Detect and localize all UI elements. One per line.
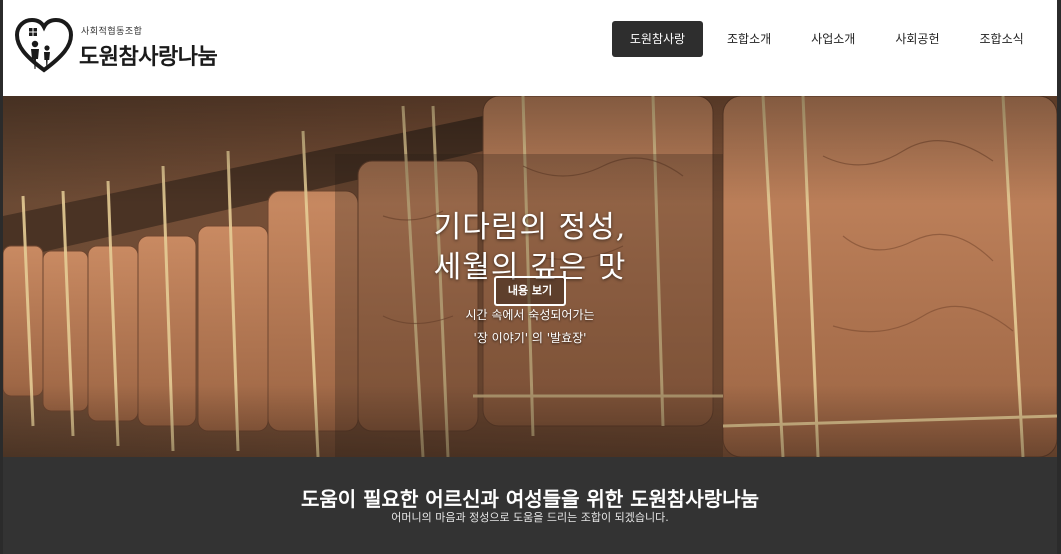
- nav-item-business[interactable]: 사업소개: [795, 21, 871, 57]
- nav-item-news[interactable]: 조합소식: [964, 21, 1040, 57]
- logo-name: 도원참사랑나눔: [79, 44, 218, 70]
- site-header: 사회적협동조합 도원참사랑나눔 도원참사랑 조합소개 사업소개 사회공헌 조합소…: [3, 0, 1057, 96]
- hero-title-line1: 기다림의 정성,: [433, 210, 627, 245]
- hero-banner: 기다림의 정성, 세월의 깊은 맛 내용 보기 시간 속에서 숙성되어가는 '장…: [3, 96, 1057, 457]
- nav-item-about[interactable]: 조합소개: [711, 21, 787, 57]
- hero-subtitle-line2: '장 이야기' 의 '발효장': [473, 331, 587, 345]
- nav-item-dowon[interactable]: 도원참사랑: [612, 21, 703, 57]
- page-frame-right: [1057, 0, 1061, 554]
- main-navigation: 도원참사랑 조합소개 사업소개 사회공헌 조합소식: [612, 21, 1048, 57]
- site-logo[interactable]: 사회적협동조합 도원참사랑나눔: [13, 16, 243, 78]
- hero-subtitle-line1: 시간 속에서 숙성되어가는: [465, 308, 595, 322]
- logo-subtitle: 사회적협동조합: [81, 26, 143, 37]
- intro-title: 도움이 필요한 어르신과 여성들을 위한 도원참사랑나눔: [300, 487, 759, 511]
- intro-banner: 도움이 필요한 어르신과 여성들을 위한 도원참사랑나눔 어머니의 마음과 정성…: [3, 457, 1057, 554]
- view-content-button[interactable]: 내용 보기: [494, 276, 566, 306]
- intro-subtitle: 어머니의 마음과 정성으로 도움을 드리는 조합이 되겠습니다.: [391, 511, 669, 524]
- nav-item-social[interactable]: 사회공헌: [879, 21, 955, 57]
- heart-family-logo-icon: [14, 17, 74, 73]
